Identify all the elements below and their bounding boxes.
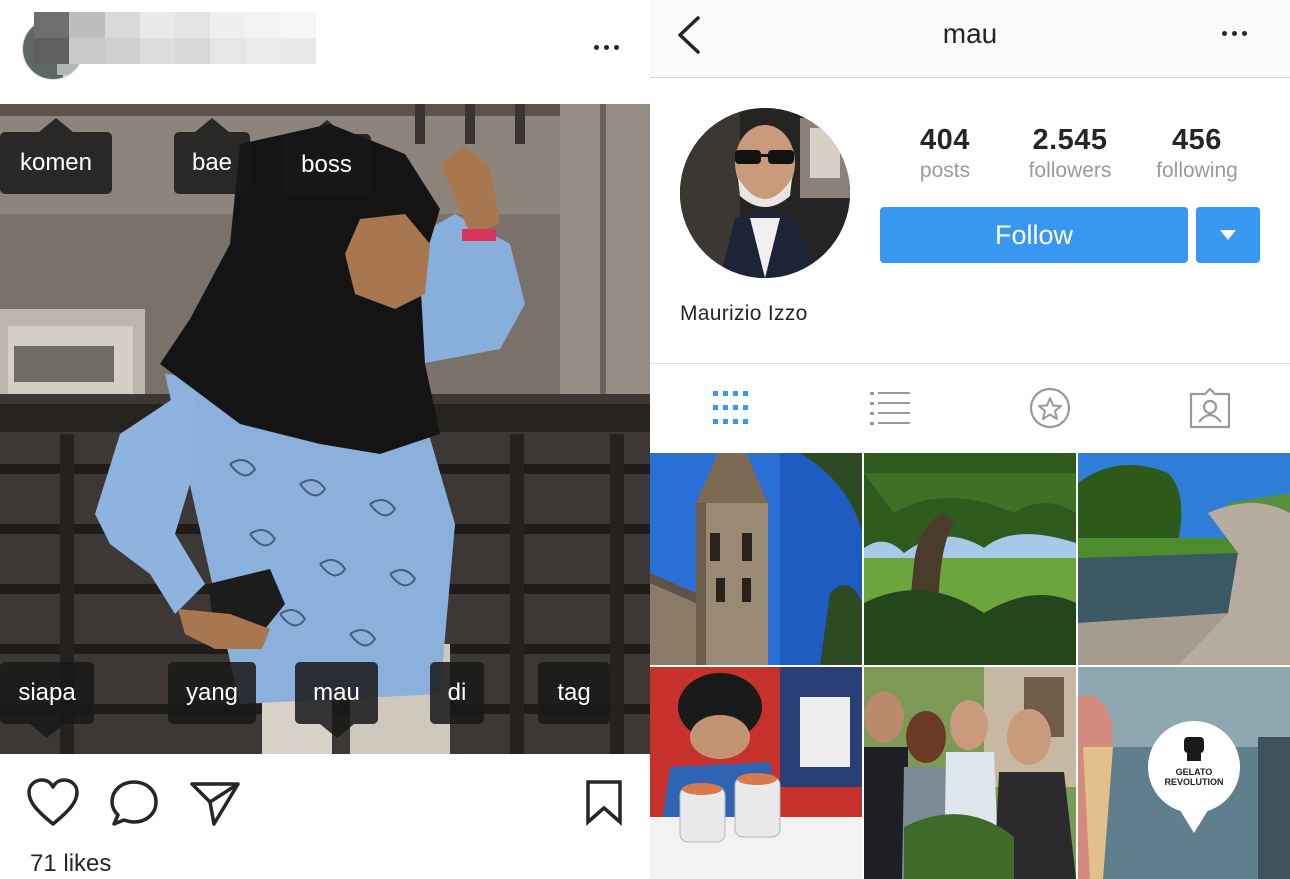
post-photo[interactable]: komen bae boss siapa yang mau di tag [0, 104, 650, 754]
suggestions-dropdown-button[interactable] [1196, 207, 1260, 263]
post-author-name-blurred[interactable] [34, 12, 316, 64]
chevron-down-icon [1220, 230, 1236, 240]
likes-count[interactable]: 71 likes [30, 850, 111, 878]
post-panel: komen bae boss siapa yang mau di tag 71 … [0, 0, 650, 879]
grid-photo-gelato-revolution[interactable]: GELATO REVOLUTION [1078, 667, 1290, 879]
posts-count: 404 [920, 124, 970, 156]
following-label: following [1156, 159, 1238, 182]
following-count: 456 [1172, 124, 1222, 156]
grid-photo-tower[interactable] [650, 453, 862, 665]
photo-tag-4[interactable]: siapa [0, 662, 94, 738]
profile-full-name: Maurizio Izzo [680, 302, 808, 325]
photo-tag-5[interactable]: yang [168, 662, 256, 724]
follow-button[interactable]: Follow [880, 207, 1188, 263]
profile-avatar[interactable] [680, 108, 850, 278]
following-stat[interactable]: 456 following [1132, 124, 1262, 183]
list-icon[interactable] [868, 386, 912, 430]
gelato-badge-line1: GELATO [1176, 767, 1213, 777]
post-more-options-icon[interactable] [588, 34, 624, 60]
profile-panel: mau 404 posts 2.545 followers 456 follow… [650, 0, 1290, 879]
photo-tag-7[interactable]: di [430, 662, 484, 724]
bookmark-icon[interactable] [584, 778, 624, 833]
followers-stat[interactable]: 2.545 followers [1005, 124, 1135, 183]
grid-photo-fountain[interactable] [1078, 453, 1290, 665]
photo-tag-1[interactable]: komen [0, 118, 112, 194]
profile-photo-grid: GELATO REVOLUTION [650, 453, 1290, 879]
photo-tag-2[interactable]: bae [174, 118, 250, 194]
followers-label: followers [1028, 159, 1112, 182]
photo-tag-6[interactable]: mau [295, 662, 378, 738]
gelato-badge-line2: REVOLUTION [1164, 777, 1223, 787]
grid-photo-tree[interactable] [864, 453, 1076, 665]
paper-plane-icon[interactable] [188, 778, 242, 833]
post-header [0, 0, 650, 104]
photo-tag-3[interactable]: boss [282, 120, 371, 196]
profile-more-options-icon[interactable] [1216, 20, 1252, 46]
star-icon[interactable] [1028, 386, 1072, 430]
profile-username-title: mau [942, 18, 998, 49]
profile-view-tabs [650, 363, 1290, 453]
tagged-person-icon[interactable] [1188, 386, 1232, 430]
grid-icon[interactable] [708, 386, 752, 430]
profile-stats: 404 posts 2.545 followers 456 following [880, 124, 1290, 194]
photo-tag-8[interactable]: tag [538, 662, 610, 724]
heart-icon[interactable] [26, 778, 80, 833]
comment-bubble-icon[interactable] [108, 778, 160, 833]
grid-photo-group[interactable] [864, 667, 1076, 879]
posts-stat[interactable]: 404 posts [880, 124, 1010, 183]
grid-photo-kids-gelato[interactable] [650, 667, 862, 879]
followers-count: 2.545 [1032, 124, 1108, 156]
posts-label: posts [919, 159, 971, 182]
post-action-bar [0, 754, 650, 854]
profile-top-bar: mau [650, 0, 1290, 78]
